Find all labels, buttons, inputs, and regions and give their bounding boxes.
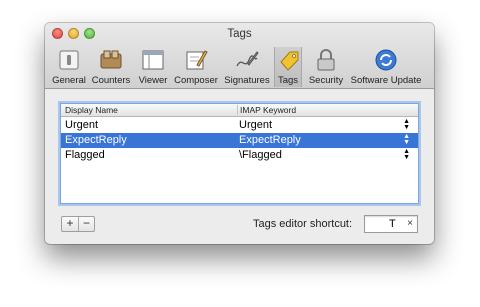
column-header-imap-keyword[interactable]: IMAP Keyword [237,105,296,115]
toolbar-item-security[interactable]: Security [307,47,345,87]
lock-icon [317,49,335,71]
toolbar-label-software-update: Software Update [350,75,422,86]
toolbar-label-security: Security [308,75,344,86]
toolbar-item-viewer[interactable]: Viewer [135,47,171,87]
tag-imap-keyword[interactable]: ExpectReply [239,134,301,146]
toolbar-item-tags[interactable]: Tags [274,47,302,87]
keyword-popup-arrows-icon[interactable]: ▲ ▼ [403,133,410,146]
signature-pen-icon [236,51,259,67]
toolbar-item-counters[interactable]: Counters [90,47,132,87]
add-tag-button[interactable]: + [62,217,78,231]
toolbar-label-viewer: Viewer [138,75,168,86]
clear-shortcut-icon[interactable]: × [407,218,413,229]
toolbar: General Counters Viewer Composer Signatu… [45,47,434,89]
tag-imap-keyword[interactable]: \Flagged [239,149,282,161]
composer-icon [186,50,208,70]
toolbar-label-counters: Counters [91,75,131,86]
titlebar: Tags General Counters Viewer Composer Si… [45,23,434,89]
tag-icon [280,51,299,71]
keyword-popup-arrows-icon[interactable]: ▲ ▼ [403,118,410,131]
shortcut-value: T [389,218,396,230]
software-update-icon [375,49,397,71]
tag-display-name[interactable]: ExpectReply [65,134,127,146]
tag-imap-keyword[interactable]: Urgent [239,119,272,131]
tags-table[interactable]: Display Name IMAP Keyword Urgent Urgent … [60,103,419,204]
table-header: Display Name IMAP Keyword [61,104,418,117]
shortcut-label: Tags editor shortcut: [253,218,353,230]
table-row[interactable]: ExpectReply ExpectReply ▲ ▼ [61,133,418,148]
toolbar-label-signatures: Signatures [224,75,270,86]
column-header-display-name[interactable]: Display Name [65,105,118,115]
general-switch-icon [59,50,79,70]
add-remove-control: + − [61,216,95,232]
preferences-window: Tags General Counters Viewer Composer Si… [45,23,434,244]
viewer-window-icon [142,50,164,70]
tag-display-name[interactable]: Flagged [65,149,105,161]
remove-tag-button[interactable]: − [78,217,94,231]
window-title: Tags [227,28,252,40]
toolbar-label-composer: Composer [174,75,218,86]
toolbar-item-signatures[interactable]: Signatures [222,47,272,87]
tag-display-name[interactable]: Urgent [65,119,98,131]
counters-icon [100,50,122,69]
table-row[interactable]: Urgent Urgent ▲ ▼ [61,118,418,133]
toolbar-label-general: General [52,75,86,86]
table-row[interactable]: Flagged \Flagged ▲ ▼ [61,148,418,163]
toolbar-item-software-update[interactable]: Software Update [349,47,423,87]
toolbar-item-composer[interactable]: Composer [173,47,219,87]
tags-pane: Display Name IMAP Keyword Urgent Urgent … [45,90,434,244]
keyword-popup-arrows-icon[interactable]: ▲ ▼ [403,148,410,161]
toolbar-item-general[interactable]: General [49,47,89,87]
toolbar-label-tags: Tags [277,75,299,86]
shortcut-field[interactable]: T × [364,215,418,233]
